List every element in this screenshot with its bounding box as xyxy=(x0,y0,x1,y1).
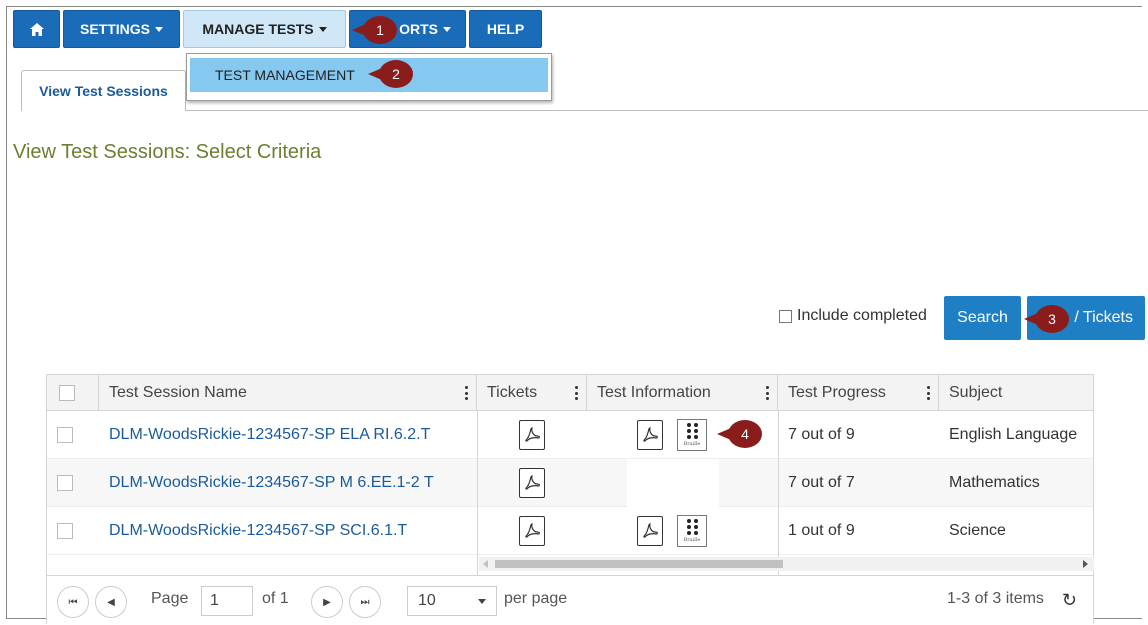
next-page-button[interactable]: ▶ xyxy=(311,586,343,618)
progress-cell: 7 out of 7 xyxy=(788,474,855,491)
home-icon xyxy=(29,22,44,36)
callout-1: 1 xyxy=(352,16,397,44)
table-row: DLM-WoodsRickie-1234567-SP ELA RI.6.2.T … xyxy=(47,411,1093,459)
page-number-input[interactable]: 1 xyxy=(201,586,253,616)
tickets-label: / Tickets xyxy=(1074,309,1133,326)
subject-cell: Science xyxy=(949,522,1006,539)
column-menu-icon[interactable] xyxy=(465,386,468,400)
caret-down-icon xyxy=(318,26,327,32)
page-count-label: of 1 xyxy=(262,590,289,607)
tab-divider xyxy=(186,110,1148,111)
grid-pager: ⏮ ◀ Page 1 of 1 ▶ ⏭ 10 per page 1-3 of 3… xyxy=(47,575,1093,625)
first-page-icon: ⏮ xyxy=(68,596,78,608)
callout-number: 1 xyxy=(363,16,397,44)
column-label: Tickets xyxy=(487,384,538,401)
select-all-cell xyxy=(47,375,99,411)
home-button[interactable] xyxy=(13,10,60,48)
row-checkbox[interactable] xyxy=(57,523,73,539)
braille-icon[interactable]: Braille xyxy=(677,515,707,547)
page-title: View Test Sessions: Select Criteria xyxy=(13,141,322,163)
scroll-thumb[interactable] xyxy=(495,560,783,568)
column-header-test-progress[interactable]: Test Progress xyxy=(778,375,939,411)
include-completed-checkbox[interactable] xyxy=(779,309,792,323)
per-page-label: per page xyxy=(504,590,568,607)
caret-down-icon xyxy=(155,26,163,32)
horizontal-scrollbar[interactable] xyxy=(479,557,1094,571)
column-label: Test Progress xyxy=(788,384,886,401)
test-sessions-grid: Test Session Name Tickets Test Informati… xyxy=(46,374,1094,625)
include-completed-option[interactable]: Include completed xyxy=(779,307,927,325)
callout-4: 4 xyxy=(717,420,762,448)
braille-icon[interactable]: Braille xyxy=(677,419,707,451)
scroll-right-icon[interactable] xyxy=(1083,560,1088,568)
subject-cell: Mathematics xyxy=(949,474,1040,491)
next-page-icon: ▶ xyxy=(323,596,331,608)
tab-label: View Test Sessions xyxy=(39,83,168,99)
page-label: Page xyxy=(151,590,189,607)
search-label: Search xyxy=(957,309,1008,326)
settings-menu[interactable]: SETTINGS xyxy=(63,10,180,48)
column-label: Test Information xyxy=(597,384,711,401)
subject-cell: English Language xyxy=(949,426,1078,443)
last-page-button[interactable]: ⏭ xyxy=(349,586,381,618)
settings-label: SETTINGS xyxy=(79,21,150,37)
row-checkbox[interactable] xyxy=(57,475,73,491)
table-row: DLM-WoodsRickie-1234567-SP M 6.EE.1-2 T … xyxy=(47,459,1093,507)
page-size-value: 10 xyxy=(418,592,436,609)
session-name-link[interactable]: DLM-WoodsRickie-1234567-SP SCI.6.1.T xyxy=(99,507,477,555)
column-label: Subject xyxy=(949,384,1003,401)
pdf-icon[interactable] xyxy=(637,420,663,450)
select-all-checkbox[interactable] xyxy=(59,385,75,401)
manage-tests-menu[interactable]: MANAGE TESTS xyxy=(183,10,346,48)
pdf-icon[interactable] xyxy=(519,516,545,546)
include-completed-label: Include completed xyxy=(797,307,927,324)
row-checkbox[interactable] xyxy=(57,427,73,443)
callout-3: 3 xyxy=(1024,305,1069,333)
column-header-subject[interactable]: Subject xyxy=(939,375,1095,411)
callout-number: 3 xyxy=(1035,305,1069,333)
table-row: DLM-WoodsRickie-1234567-SP SCI.6.1.T Bra… xyxy=(47,507,1093,555)
prev-page-icon: ◀ xyxy=(107,596,115,608)
session-name-link[interactable]: DLM-WoodsRickie-1234567-SP M 6.EE.1-2 T xyxy=(99,459,477,507)
menu-item-label: TEST MANAGEMENT xyxy=(215,67,355,83)
chevron-down-icon xyxy=(478,599,486,604)
callout-number: 2 xyxy=(379,60,413,88)
column-menu-icon[interactable] xyxy=(766,386,769,400)
reports-label: ORTS xyxy=(399,21,438,37)
progress-cell: 1 out of 9 xyxy=(788,522,855,539)
search-button[interactable]: Search xyxy=(944,296,1021,340)
refresh-icon[interactable]: ↻ xyxy=(1062,590,1077,611)
pdf-icon[interactable] xyxy=(519,468,545,498)
pdf-icon[interactable] xyxy=(637,516,663,546)
help-menu[interactable]: HELP xyxy=(469,10,542,48)
callout-number: 4 xyxy=(728,420,762,448)
scroll-left-icon[interactable] xyxy=(483,560,488,568)
column-menu-icon[interactable] xyxy=(575,386,578,400)
first-page-button[interactable]: ⏮ xyxy=(57,586,89,618)
pdf-icon[interactable] xyxy=(519,420,545,450)
column-menu-icon[interactable] xyxy=(927,386,930,400)
callout-2: 2 xyxy=(368,60,413,88)
session-name-link[interactable]: DLM-WoodsRickie-1234567-SP ELA RI.6.2.T xyxy=(99,411,477,459)
column-header-test-session-name[interactable]: Test Session Name xyxy=(99,375,477,411)
items-info: 1-3 of 3 items xyxy=(947,590,1044,607)
help-label: HELP xyxy=(486,21,525,37)
caret-down-icon xyxy=(443,26,451,32)
column-label: Test Session Name xyxy=(109,384,247,401)
column-header-test-information[interactable]: Test Information xyxy=(587,375,778,411)
tab-view-test-sessions[interactable]: View Test Sessions xyxy=(21,70,186,111)
top-nav: SETTINGS MANAGE TESTS ORTS HELP xyxy=(13,10,542,48)
prev-page-button[interactable]: ◀ xyxy=(95,586,127,618)
column-header-tickets[interactable]: Tickets xyxy=(477,375,587,411)
progress-cell: 7 out of 9 xyxy=(788,426,855,443)
page-size-select[interactable]: 10 xyxy=(407,586,497,616)
manage-tests-label: MANAGE TESTS xyxy=(202,21,314,37)
grid-header: Test Session Name Tickets Test Informati… xyxy=(47,375,1093,411)
last-page-icon: ⏭ xyxy=(360,596,370,608)
